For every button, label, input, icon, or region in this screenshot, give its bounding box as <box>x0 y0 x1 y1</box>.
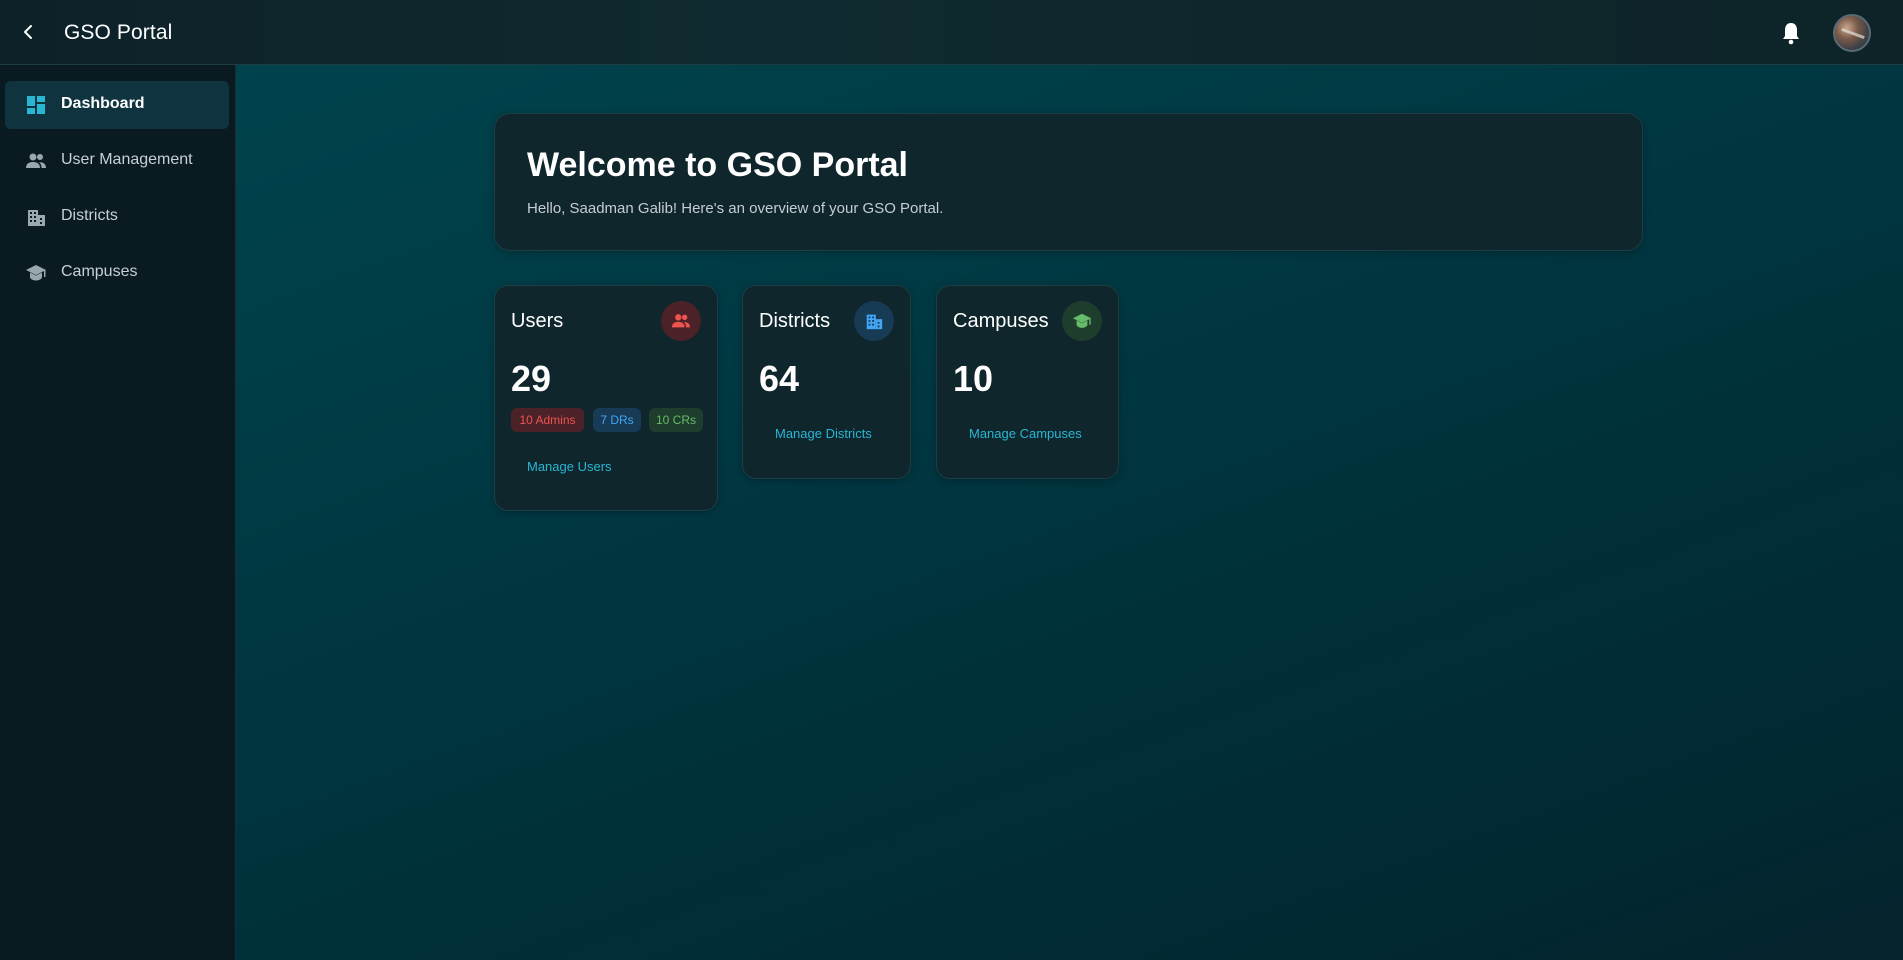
stat-card-title: Users <box>511 310 564 332</box>
districts-count: 64 <box>759 358 800 399</box>
users-count: 29 <box>511 358 552 399</box>
graduation-cap-icon <box>25 262 47 284</box>
admins-chip: 10 Admins <box>511 408 584 432</box>
sidebar-item-label: Dashboard <box>61 95 145 112</box>
sidebar-item-districts[interactable]: Districts <box>5 193 229 241</box>
buildings-icon <box>25 206 47 228</box>
districts-stat-card: Districts 64 Manage Districts <box>742 285 911 479</box>
bell-icon[interactable] <box>1779 20 1803 46</box>
manage-users-link[interactable]: Manage Users <box>527 459 612 474</box>
manage-campuses-link[interactable]: Manage Campuses <box>969 426 1082 441</box>
sidebar-item-label: Districts <box>61 207 118 224</box>
stat-card-title: Districts <box>759 310 831 332</box>
stat-card-title: Campuses <box>953 310 1049 332</box>
app-title: GSO Portal <box>64 21 173 44</box>
avatar[interactable] <box>1833 14 1871 52</box>
manage-districts-link[interactable]: Manage Districts <box>775 426 872 441</box>
sidebar-item-user-management[interactable]: User Management <box>5 137 229 185</box>
dashboard-icon <box>25 94 47 116</box>
chevron-left-icon[interactable] <box>16 20 40 44</box>
top-app-bar: GSO Portal <box>0 0 1903 65</box>
drs-chip: 7 DRs <box>593 408 641 432</box>
sidebar-item-campuses[interactable]: Campuses <box>5 249 229 297</box>
welcome-subtitle: Hello, Saadman Galib! Here's an overview… <box>527 200 944 217</box>
sidebar-item-label: User Management <box>61 151 193 168</box>
buildings-icon <box>854 301 894 341</box>
sidebar: Dashboard User Management Districts Camp… <box>0 65 236 960</box>
crs-chip: 10 CRs <box>649 408 703 432</box>
welcome-card: Welcome to GSO Portal Hello, Saadman Gal… <box>494 113 1643 251</box>
sidebar-item-label: Campuses <box>61 263 138 280</box>
main-content: Welcome to GSO Portal Hello, Saadman Gal… <box>236 65 1903 960</box>
campuses-count: 10 <box>953 358 994 399</box>
sidebar-item-dashboard[interactable]: Dashboard <box>5 81 229 129</box>
people-icon <box>25 150 47 172</box>
campuses-stat-card: Campuses 10 Manage Campuses <box>936 285 1119 479</box>
graduation-cap-icon <box>1062 301 1102 341</box>
welcome-title: Welcome to GSO Portal <box>527 146 909 184</box>
people-icon <box>661 301 701 341</box>
users-stat-card: Users 29 10 Admins 7 DRs 10 CRs Manage U… <box>494 285 718 511</box>
